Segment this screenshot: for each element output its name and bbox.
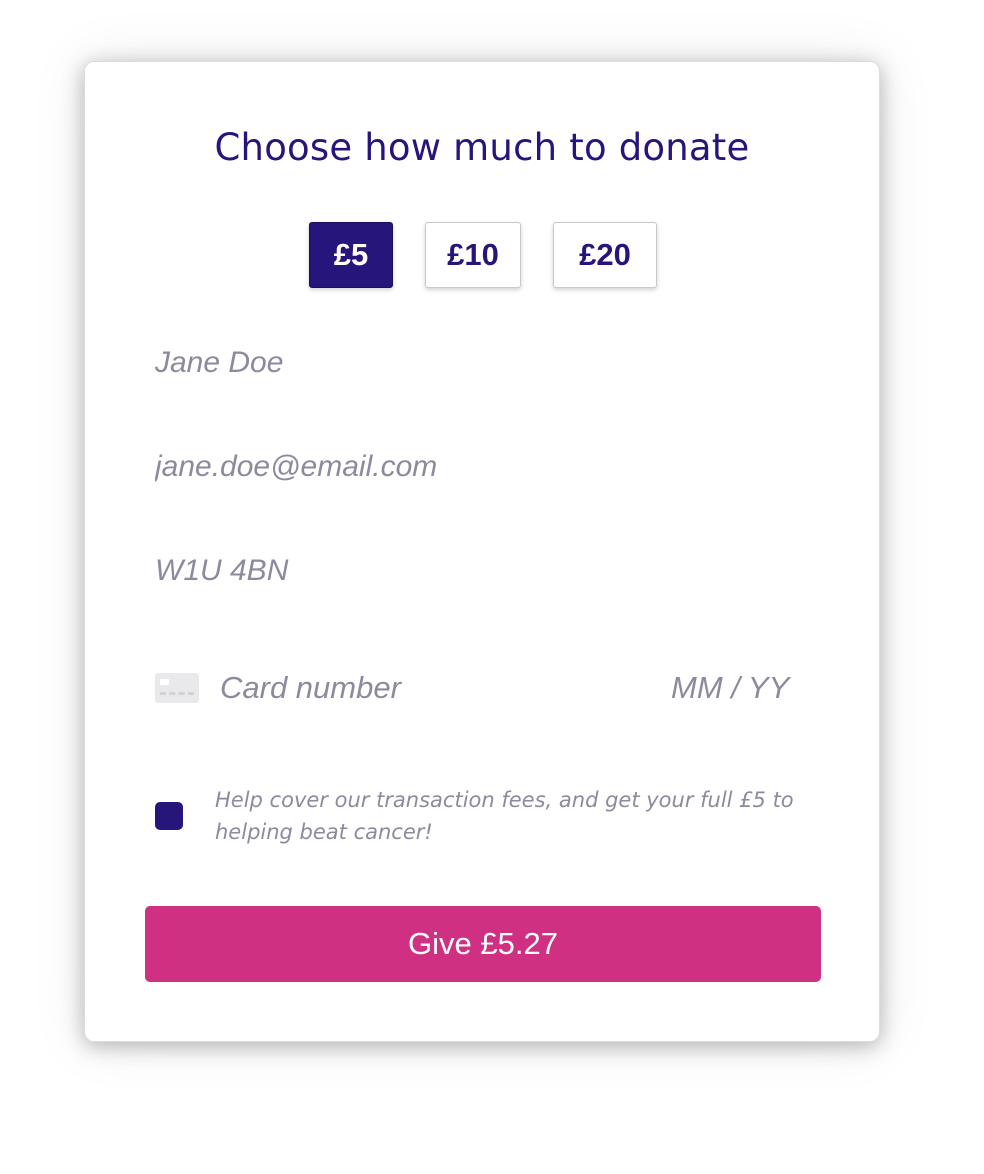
fee-checkbox-label: Help cover our transaction fees, and get… <box>215 788 794 844</box>
card-expiry-input[interactable] <box>671 663 811 713</box>
credit-card-icon <box>155 673 199 703</box>
amount-selector: £5 £10 £20 <box>85 222 879 288</box>
give-button[interactable]: Give £5.27 <box>145 906 821 982</box>
email-input[interactable] <box>155 442 815 492</box>
name-input[interactable] <box>155 338 815 388</box>
donation-card: Choose how much to donate £5 £10 £20 Hel… <box>84 61 880 1042</box>
fee-checkbox[interactable] <box>155 802 183 830</box>
amount-button-20[interactable]: £20 <box>553 222 657 288</box>
postcode-input[interactable] <box>155 546 815 596</box>
amount-button-5[interactable]: £5 <box>309 222 393 288</box>
card-number-input[interactable] <box>220 663 600 713</box>
form-title: Choose how much to donate <box>214 126 750 169</box>
amount-button-10[interactable]: £10 <box>425 222 521 288</box>
